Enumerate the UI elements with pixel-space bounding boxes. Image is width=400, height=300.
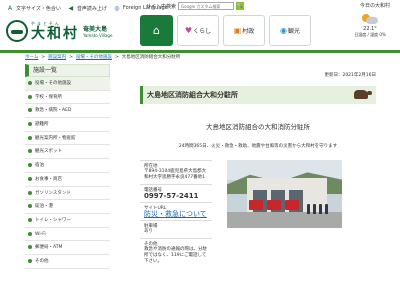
nav-kanko-label: 観光 (287, 28, 300, 35)
logo-sub-bottom: Yamato Village (83, 33, 113, 38)
village-emblem-icon (6, 20, 28, 42)
sidebar-item-gas[interactable]: ガソリンスタンド (25, 187, 110, 201)
partly-cloudy-icon (362, 14, 378, 25)
logo-text: やまとそん 大和村 (31, 21, 79, 41)
logo-subtitle: 奄美大島 Yamato Village (83, 24, 112, 38)
weather-widget: 22.1° 日湿度 / 湿度 0% (346, 14, 394, 38)
text-size-link[interactable]: A 文字サイズ・色合い (6, 5, 61, 12)
address-value: 〒894-3104鹿児島県大島郡大和村大字思勝字永良477番地1 (144, 169, 207, 180)
search-button[interactable]: 🔍 (236, 2, 245, 10)
breadcrumb-category[interactable]: 役場・その他施設 (76, 53, 112, 63)
sidebar-item-dining[interactable]: お食事・商店 (25, 173, 110, 187)
sidebar-item-wifi[interactable]: Wi-Fi (25, 228, 110, 242)
nav-kurashi[interactable]: ♥ くらし (177, 15, 219, 46)
breadcrumb-home[interactable]: ホーム (25, 53, 38, 63)
nav-kurashi-label: くらし (193, 28, 212, 35)
read-aloud-link[interactable]: ◀ 音声読み上げ (67, 5, 107, 12)
site-logo[interactable]: やまとそん 大和村 奄美大島 Yamato Village (6, 17, 126, 45)
page-title: 大島地区消防組合大和分駐所 (140, 86, 376, 104)
breadcrumb: ホーム > 施設案内 > 役場・その他施設 > 大島地区消防組合大和分駐所 (25, 53, 180, 63)
breadcrumb-sep: > (114, 55, 119, 60)
phone-value: 0997-57-2411 (144, 192, 199, 200)
sidebar-item-toilet[interactable]: トイレ・シャワー (25, 214, 110, 228)
main-content: 更新日：2021年2月16日 大島地区消防組合大和分駐所 大島地区消防組合の大和… (140, 68, 376, 300)
nav-sonsei[interactable]: ▣ 村政 (223, 15, 265, 46)
text-size-label: 文字サイズ・色合い (16, 5, 61, 12)
sidebar-item-hospital[interactable]: 救急・病院・AED (25, 104, 110, 119)
breadcrumb-current: 大島地区消防組合大和分駐所 (121, 55, 181, 60)
phone-block: 電話番号 0997-57-2411 (140, 184, 212, 202)
sidebar-item-lodging[interactable]: 宿泊 (25, 159, 110, 173)
nav-home[interactable]: ⌂ (140, 15, 173, 46)
site-search: サイト内検索 🔍 (146, 2, 245, 10)
sidebar-item-shelter[interactable]: 避難所 (25, 118, 110, 132)
weather-rain: 日湿度 / 湿度 0% (354, 32, 386, 37)
search-label: サイト内検索 (146, 3, 177, 10)
other-value: 救急や消防の通報の際は、分駐所ではなく、119にご電話して下さい。 (144, 247, 207, 264)
sidebar-item-spots[interactable]: 観光スポット (25, 145, 110, 160)
parking-block: 駐車場 あり (140, 220, 212, 238)
sidebar-item-atm[interactable]: 郵便局・ATM (25, 241, 110, 255)
fire-station-photo (227, 160, 342, 228)
building-icon: ▣ (233, 26, 242, 35)
breadcrumb-sep: > (41, 55, 46, 60)
page-title-text: 大島地区消防組合大和分駐所 (147, 91, 238, 99)
text-size-icon: A (7, 4, 13, 12)
facility-info: 所在地 〒894-3104鹿児島県大島郡大和村大字思勝字永良477番地1 電話番… (140, 160, 212, 268)
lead-title: 大島地区消防組合の大和消防分駐所 (206, 123, 310, 131)
sidebar-list: 役場・その他施設 学校・保育所 救急・病院・AED 避難所 観光案内所・物産館 … (25, 77, 110, 269)
camera-icon: ◉ (280, 26, 287, 35)
lead-text: 24時間365日、火災・救急・救助、地震や台風等の災害から大和村を守ります (178, 144, 338, 149)
nav-sonsei-label: 村政 (242, 28, 255, 35)
site-block: サイトURL 防災・救急について (140, 202, 212, 220)
site-header: A 文字サイズ・色合い ◀ 音声読み上げ ◎ Foreign Language … (0, 0, 400, 50)
sidebar-item-office[interactable]: 役場・その他施設 (25, 77, 110, 91)
sidebar-item-port[interactable]: 碇泊・港 (25, 200, 110, 214)
house-icon: ♥ (184, 26, 193, 35)
animal-mascot-icon (354, 90, 372, 99)
today-label: 今日の大和村 (359, 3, 390, 9)
updated-date: 更新日：2021年2月16日 (324, 73, 376, 78)
sidebar-item-other[interactable]: その他 (25, 255, 110, 269)
parking-value: あり (144, 229, 153, 234)
breadcrumb-sep: > (69, 55, 73, 60)
utility-bar: A 文字サイズ・色合い ◀ 音声読み上げ ◎ Foreign Language (6, 3, 168, 13)
read-aloud-label: 音声読み上げ (76, 5, 107, 12)
facility-sidebar: 施設一覧 役場・その他施設 学校・保育所 救急・病院・AED 避難所 観光案内所… (25, 64, 110, 300)
search-input[interactable] (178, 2, 235, 10)
globe-icon: ◎ (114, 4, 120, 12)
site-link[interactable]: 防災・救急について (144, 211, 210, 218)
nav-kanko[interactable]: ◉ 観光 (269, 15, 311, 46)
sidebar-title: 施設一覧 (25, 64, 110, 77)
logo-main: 大和村 (31, 26, 79, 42)
sidebar-item-tourist-info[interactable]: 観光案内所・物産館 (25, 132, 110, 146)
breadcrumb-facilities[interactable]: 施設案内 (48, 53, 66, 63)
address-block: 所在地 〒894-3104鹿児島県大島郡大和村大字思勝字永良477番地1 (140, 160, 212, 184)
global-nav: ⌂ ♥ くらし ▣ 村政 ◉ 観光 (140, 15, 311, 46)
speaker-icon: ◀ (68, 4, 74, 12)
logo-sub-top: 奄美大島 (83, 26, 108, 33)
home-icon: ⌂ (153, 24, 160, 37)
other-block: その他 救急や消防の通報の際は、分駐所ではなく、119にご電話して下さい。 (140, 238, 212, 268)
sidebar-item-school[interactable]: 学校・保育所 (25, 91, 110, 105)
